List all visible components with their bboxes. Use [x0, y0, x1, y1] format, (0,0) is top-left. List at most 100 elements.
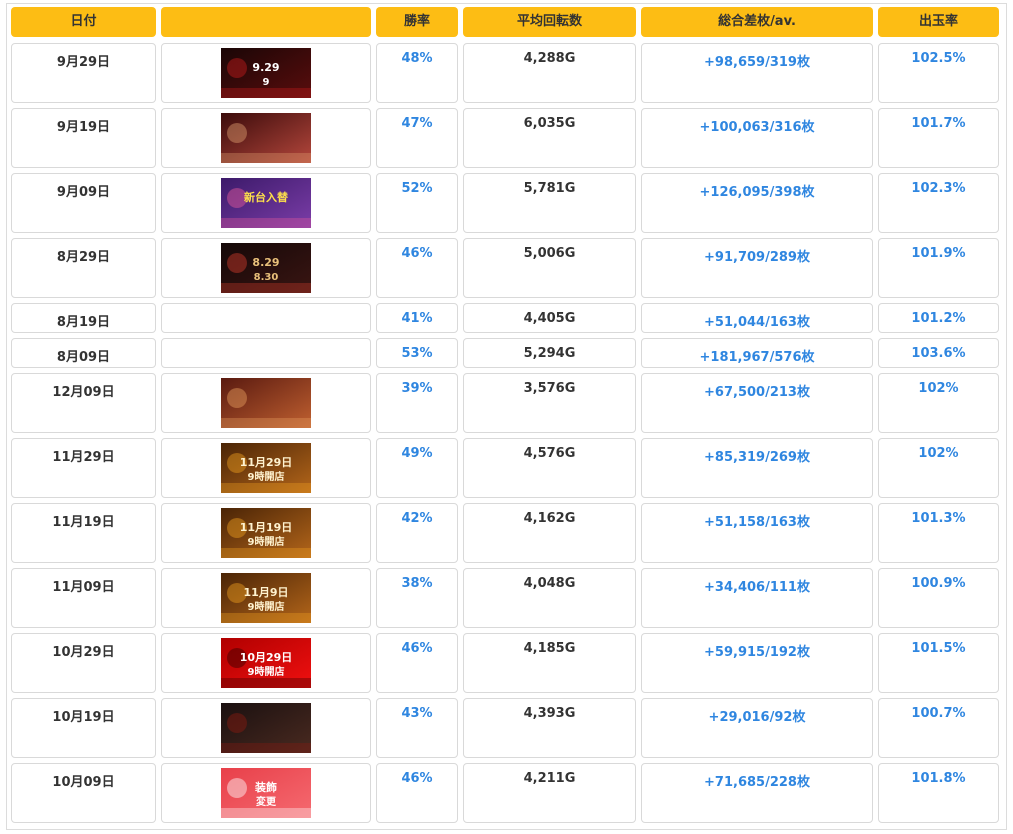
payout-rate-cell: 101.7% — [878, 108, 999, 168]
banner-text-main: 装飾 — [255, 781, 277, 794]
total-diff-cell: +91,709/289枚 — [641, 238, 873, 298]
date-cell: 10月19日 — [11, 698, 156, 758]
total-diff-cell: +67,500/213枚 — [641, 373, 873, 433]
avg-spins-cell: 5,294G — [463, 338, 636, 368]
payout-rate-text: 102.5% — [911, 51, 966, 66]
total-diff-cell: +181,967/576枚 — [641, 338, 873, 368]
win-rate-text: 42% — [401, 511, 433, 526]
date-text: 10月09日 — [52, 775, 115, 790]
date-cell: 8月19日 — [11, 303, 156, 333]
event-banner-thumbnail[interactable]: 11月9日 9時開店 — [221, 573, 311, 623]
date-cell: 12月09日 — [11, 373, 156, 433]
total-diff-cell: +51,158/163枚 — [641, 503, 873, 563]
banner-graphic — [221, 113, 311, 163]
date-cell: 10月09日 — [11, 763, 156, 823]
date-text: 11月09日 — [52, 580, 115, 595]
win-rate-cell: 42% — [376, 503, 458, 563]
date-text: 8月29日 — [56, 250, 111, 265]
payout-rate-text: 103.6% — [911, 346, 966, 361]
date-text: 9月19日 — [56, 120, 111, 135]
image-cell — [161, 108, 371, 168]
image-cell: 新台入替 — [161, 173, 371, 233]
date-cell: 8月09日 — [11, 338, 156, 368]
date-text: 11月19日 — [52, 515, 115, 530]
event-banner-thumbnail[interactable]: 9.29 9 — [221, 48, 311, 98]
win-rate-text: 39% — [401, 381, 433, 396]
event-banner-thumbnail[interactable]: 装飾 変更 — [221, 768, 311, 818]
image-cell — [161, 373, 371, 433]
event-banner-thumbnail[interactable] — [221, 113, 311, 163]
banner-text-sub: 9時開店 — [247, 537, 285, 548]
win-rate-cell: 39% — [376, 373, 458, 433]
date-cell: 9月09日 — [11, 173, 156, 233]
payout-rate-cell: 100.7% — [878, 698, 999, 758]
payout-rate-cell: 100.9% — [878, 568, 999, 628]
total-diff-text: +100,063/316枚 — [699, 120, 815, 135]
total-diff-text: +98,659/319枚 — [704, 55, 810, 70]
header-image — [161, 7, 371, 37]
image-cell: 11月9日 9時開店 — [161, 568, 371, 628]
total-diff-text: +34,406/111枚 — [704, 580, 810, 595]
avg-spins-text: 5,781G — [523, 181, 576, 196]
avg-spins-cell: 6,035G — [463, 108, 636, 168]
win-rate-cell: 53% — [376, 338, 458, 368]
payout-rate-text: 101.7% — [911, 116, 966, 131]
payout-rate-cell: 101.3% — [878, 503, 999, 563]
image-cell: 8.29 8.30 — [161, 238, 371, 298]
total-diff-cell: +34,406/111枚 — [641, 568, 873, 628]
event-banner-thumbnail[interactable]: 8.29 8.30 — [221, 243, 311, 293]
event-banner-thumbnail[interactable]: 10月29日 9時開店 — [221, 638, 311, 688]
total-diff-cell: +98,659/319枚 — [641, 43, 873, 103]
total-diff-cell: +85,319/269枚 — [641, 438, 873, 498]
win-rate-cell: 47% — [376, 108, 458, 168]
total-diff-text: +85,319/269枚 — [704, 450, 810, 465]
win-rate-cell: 46% — [376, 763, 458, 823]
payout-rate-cell: 103.6% — [878, 338, 999, 368]
banner-text-sub: 9 — [262, 77, 270, 88]
avg-spins-cell: 4,393G — [463, 698, 636, 758]
payout-rate-text: 101.3% — [911, 511, 966, 526]
total-diff-cell: +100,063/316枚 — [641, 108, 873, 168]
event-banner-thumbnail[interactable]: 11月29日 9時開店 — [221, 443, 311, 493]
payout-rate-text: 101.2% — [911, 311, 966, 326]
banner-text-main: 9.29 — [252, 61, 280, 74]
payout-rate-cell: 102.5% — [878, 43, 999, 103]
date-text: 8月19日 — [56, 315, 111, 330]
avg-spins-cell: 4,211G — [463, 763, 636, 823]
event-banner-thumbnail[interactable] — [221, 703, 311, 753]
event-banner-thumbnail[interactable]: 新台入替 — [221, 178, 311, 228]
avg-spins-text: 4,576G — [523, 446, 576, 461]
total-diff-text: +51,044/163枚 — [704, 315, 810, 330]
total-diff-text: +181,967/576枚 — [699, 350, 815, 365]
banner-text-sub: 9時開店 — [247, 602, 285, 613]
date-text: 9月29日 — [56, 55, 111, 70]
win-rate-text: 52% — [401, 181, 433, 196]
date-text: 12月09日 — [52, 385, 115, 400]
win-rate-cell: 46% — [376, 238, 458, 298]
win-rate-cell: 49% — [376, 438, 458, 498]
avg-spins-cell: 5,781G — [463, 173, 636, 233]
banner-text-main: 11月19日 — [239, 521, 293, 534]
avg-spins-text: 6,035G — [523, 116, 576, 131]
total-diff-text: +91,709/289枚 — [704, 250, 810, 265]
event-banner-thumbnail[interactable]: 11月19日 9時開店 — [221, 508, 311, 558]
win-rate-text: 53% — [401, 346, 433, 361]
avg-spins-text: 4,048G — [523, 576, 576, 591]
total-diff-cell: +71,685/228枚 — [641, 763, 873, 823]
total-diff-text: +71,685/228枚 — [704, 775, 810, 790]
banner-text-main: 10月29日 — [239, 651, 293, 664]
avg-spins-text: 5,294G — [523, 346, 576, 361]
event-banner-thumbnail[interactable] — [221, 378, 311, 428]
avg-spins-cell: 5,006G — [463, 238, 636, 298]
date-cell: 9月19日 — [11, 108, 156, 168]
win-rate-text: 38% — [401, 576, 433, 591]
header-date: 日付 — [11, 7, 156, 37]
payout-rate-cell: 101.5% — [878, 633, 999, 693]
banner-text-main: 11月29日 — [239, 456, 293, 469]
total-diff-text: +29,016/92枚 — [708, 710, 806, 725]
total-diff-text: +126,095/398枚 — [699, 185, 815, 200]
image-cell — [161, 698, 371, 758]
avg-spins-text: 4,288G — [523, 51, 576, 66]
avg-spins-cell: 3,576G — [463, 373, 636, 433]
date-cell: 10月29日 — [11, 633, 156, 693]
